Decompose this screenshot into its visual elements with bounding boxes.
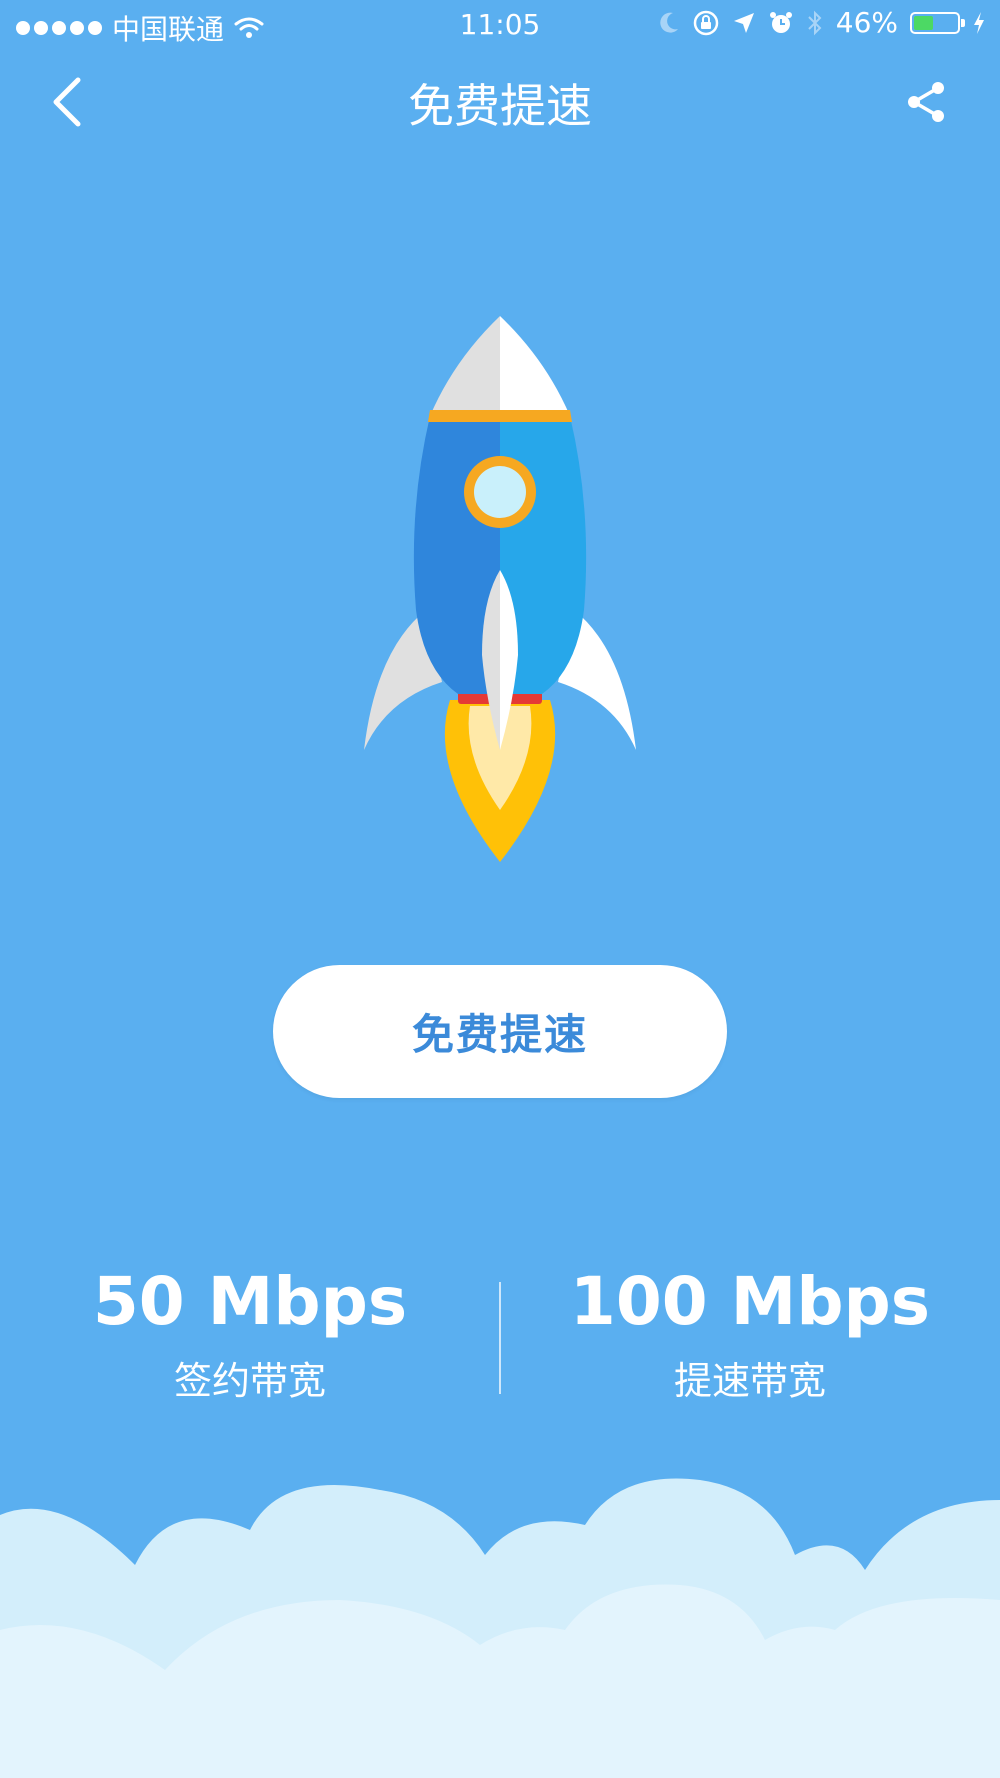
free-boost-button[interactable]: 免费提速 (273, 965, 727, 1098)
location-arrow-icon (733, 12, 754, 33)
moon-icon (660, 12, 678, 33)
status-bar-right: 46% (658, 6, 986, 39)
rotation-lock-icon (693, 10, 719, 35)
rocket-nose-right (500, 316, 570, 416)
nav-bar: 免费提速 (0, 48, 1000, 152)
bluetooth-icon (808, 10, 822, 35)
contract-bandwidth-label: 签约带宽 (173, 1359, 326, 1403)
status-bar: 中国联通 11:05 46% (0, 0, 1000, 48)
rocket-window-glass (474, 466, 526, 518)
page-title: 免费提速 (408, 79, 592, 133)
rocket-icon (364, 316, 636, 862)
contract-bandwidth-value: 50 Mbps (92, 1263, 408, 1340)
charging-bolt-icon (974, 11, 984, 34)
alarm-icon (769, 11, 792, 33)
boosted-bandwidth: 100 Mbps 提速带宽 (500, 1260, 1000, 1405)
battery-icon (910, 11, 965, 34)
bandwidth-stats: 50 Mbps 签约带宽 100 Mbps 提速带宽 (0, 1260, 1000, 1410)
clouds-illustration (0, 1478, 1000, 1778)
rocket-band (428, 410, 572, 422)
battery-percent: 46% (835, 6, 898, 39)
rocket-nose-left (430, 316, 500, 416)
boosted-bandwidth-value: 100 Mbps (569, 1263, 931, 1340)
battery-fill (914, 15, 933, 30)
contract-bandwidth: 50 Mbps 签约带宽 (0, 1260, 500, 1405)
share-icon[interactable] (902, 78, 950, 126)
boosted-bandwidth-label: 提速带宽 (673, 1359, 826, 1403)
